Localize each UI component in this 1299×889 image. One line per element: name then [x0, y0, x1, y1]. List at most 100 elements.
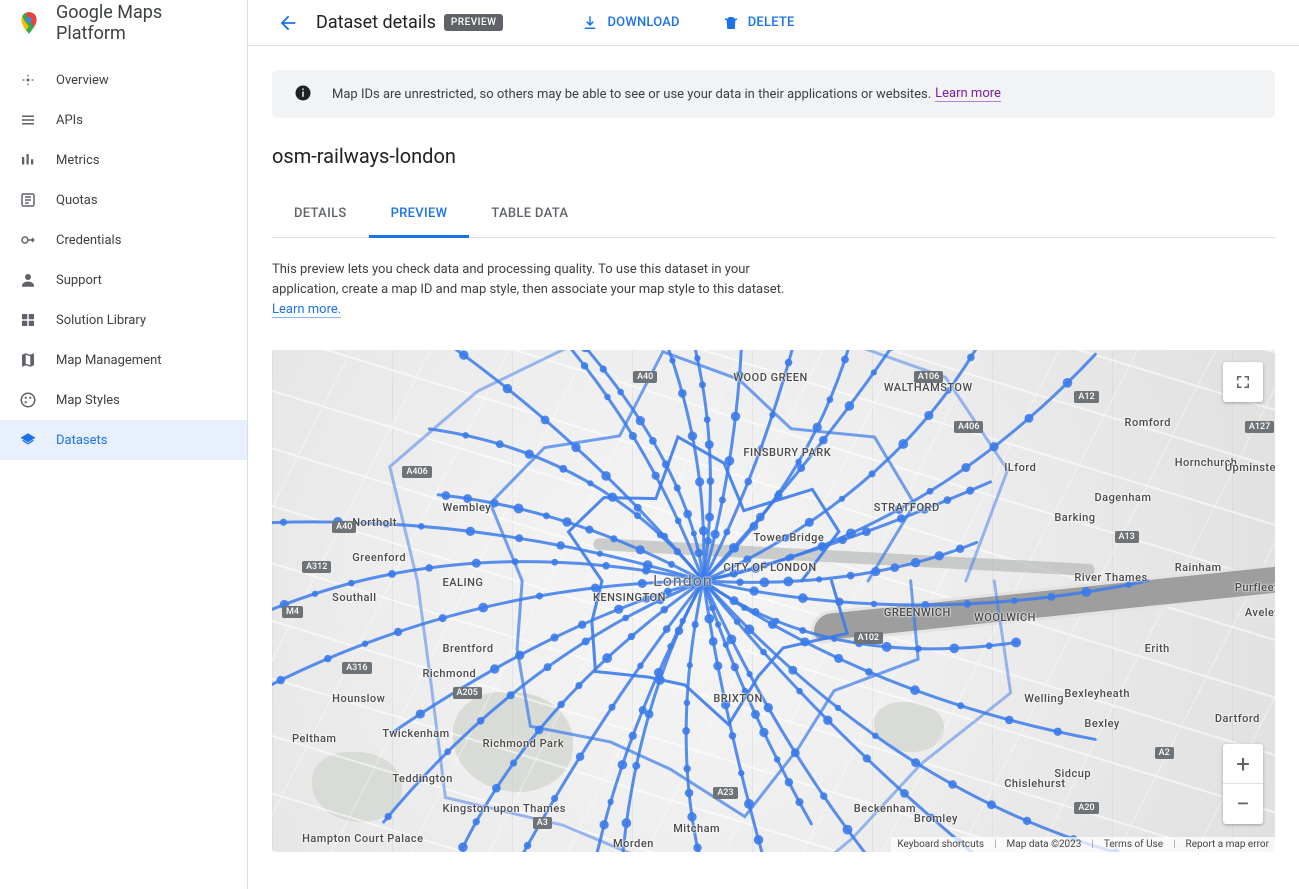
back-button[interactable]: [268, 3, 308, 43]
fullscreen-button[interactable]: [1223, 362, 1263, 402]
road-badge: A316: [342, 662, 371, 674]
map-preview[interactable]: WOOD GREENWALTHAMSTOWWembleyFINSBURY PAR…: [272, 350, 1275, 852]
sidebar-item-quotas[interactable]: Quotas: [0, 180, 247, 220]
layers-icon: [18, 430, 38, 450]
info-banner: Map IDs are unrestricted, so others may …: [272, 70, 1275, 118]
delete-button[interactable]: DELETE: [722, 14, 795, 32]
tab-details[interactable]: DETAILS: [272, 196, 369, 238]
sidebar-item-label: APIs: [56, 113, 83, 128]
map-place-label: CITY OF LONDON: [723, 561, 816, 574]
sidebar-item-map-styles[interactable]: Map Styles: [0, 380, 247, 420]
map-place-label: Welling: [1024, 692, 1064, 705]
preview-badge: PREVIEW: [444, 14, 504, 31]
quota-icon: [18, 190, 38, 210]
download-button[interactable]: DOWNLOAD: [581, 14, 679, 32]
banner-text: Map IDs are unrestricted, so others may …: [332, 87, 931, 102]
map-place-label: Upminster: [1225, 461, 1275, 474]
map-place-label: Beckenham: [854, 802, 916, 815]
sidebar: Google Maps Platform Overview APIs Metrics…: [0, 0, 248, 889]
person-icon: [18, 270, 38, 290]
keyboard-shortcuts-link[interactable]: Keyboard shortcuts: [897, 839, 984, 850]
map-place-label: EALING: [443, 576, 484, 589]
content: Map IDs are unrestricted, so others may …: [248, 46, 1299, 889]
sidebar-item-support[interactable]: Support: [0, 260, 247, 300]
sidebar-item-datasets[interactable]: Datasets: [0, 420, 247, 460]
map-place-label: Erith: [1145, 642, 1170, 655]
road-badge: A20: [1074, 802, 1098, 814]
map-attribution: Keyboard shortcuts | Map data ©2023 | Te…: [891, 837, 1275, 852]
sidebar-nav: Overview APIs Metrics Quotas Credentials Supp…: [0, 46, 247, 460]
sidebar-item-overview[interactable]: Overview: [0, 60, 247, 100]
sidebar-item-metrics[interactable]: Metrics: [0, 140, 247, 180]
map-place-label: FINSBURY PARK: [743, 446, 831, 459]
road-badge: A3: [533, 817, 552, 829]
grid-icon: [18, 310, 38, 330]
map-place-label: Richmond: [422, 667, 476, 680]
delete-label: DELETE: [748, 15, 795, 30]
terms-link[interactable]: Terms of Use: [1104, 839, 1163, 850]
sidebar-item-label: Map Styles: [56, 393, 120, 408]
sidebar-item-label: Metrics: [56, 153, 100, 168]
palette-icon: [18, 390, 38, 410]
maps-pin-icon: [16, 10, 42, 36]
tab-table-data[interactable]: TABLE DATA: [469, 196, 590, 238]
map-icon: [18, 350, 38, 370]
map-copyright: Map data ©2023: [1007, 839, 1082, 850]
sidebar-item-apis[interactable]: APIs: [0, 100, 247, 140]
sidebar-item-map-management[interactable]: Map Management: [0, 340, 247, 380]
map-place-label: STRATFORD: [874, 501, 940, 514]
sidebar-item-label: Solution Library: [56, 313, 146, 328]
main: Dataset details PREVIEW DOWNLOAD DELETE …: [248, 0, 1299, 889]
topbar: Dataset details PREVIEW DOWNLOAD DELETE: [248, 0, 1299, 46]
map-place-label: Hampton Court Palace: [302, 832, 423, 845]
road-badge: A40: [332, 521, 356, 533]
report-error-link[interactable]: Report a map error: [1186, 839, 1269, 850]
map-place-label: Richmond Park: [483, 737, 564, 750]
map-place-label: Aveley: [1245, 606, 1275, 619]
map-place-label: River Thames: [1074, 571, 1147, 584]
dataset-name: osm-railways-london: [272, 144, 1275, 168]
sidebar-item-label: Credentials: [56, 233, 121, 248]
sidebar-item-solution-library[interactable]: Solution Library: [0, 300, 247, 340]
map-place-label: Kingston upon Thames: [443, 802, 566, 815]
map-place-label: Tower Bridge: [753, 531, 824, 544]
product-header: Google Maps Platform: [0, 0, 247, 46]
diamond-icon: [18, 70, 38, 90]
zoom-in-button[interactable]: +: [1223, 744, 1263, 784]
road-badge: A205: [453, 687, 482, 699]
tabs: DETAILSPREVIEWTABLE DATA: [272, 196, 1275, 238]
map-place-label: ILford: [1004, 461, 1036, 474]
road-badge: A102: [854, 632, 883, 644]
map-place-label: Southall: [332, 591, 376, 604]
map-place-label: Morden: [613, 837, 654, 850]
map-place-label: Bromley: [914, 812, 958, 825]
zoom-control: + −: [1223, 744, 1263, 824]
road-badge: A12: [1074, 391, 1098, 403]
road-badge: A312: [302, 561, 331, 573]
road-badge: A127: [1245, 421, 1274, 433]
road-badge: A106: [914, 371, 943, 383]
map-place-label: GREENWICH: [884, 606, 951, 619]
zoom-out-button[interactable]: −: [1223, 784, 1263, 824]
map-place-label: Bexleyheath: [1064, 687, 1130, 700]
arrow-left-icon: [277, 12, 299, 34]
banner-learn-link[interactable]: Learn more: [935, 86, 1001, 102]
preview-learn-link[interactable]: Learn more.: [272, 302, 341, 318]
product-title: Google Maps Platform: [56, 2, 231, 44]
sidebar-item-credentials[interactable]: Credentials: [0, 220, 247, 260]
map-place-label: Rainham: [1175, 561, 1222, 574]
map-place-label: Twickenham: [382, 727, 449, 740]
sidebar-item-label: Map Management: [56, 353, 162, 368]
map-place-label: Barking: [1054, 511, 1095, 524]
road-badge: M4: [282, 606, 303, 618]
sidebar-item-label: Datasets: [56, 433, 108, 448]
map-place-label: WOOLWICH: [974, 611, 1036, 624]
map-place-label: Dartford: [1215, 712, 1260, 725]
map-place-label: Purfleet: [1235, 581, 1275, 594]
map-place-label: Dagenham: [1094, 491, 1151, 504]
trash-icon: [722, 14, 740, 32]
map-place-label: Peltham: [292, 732, 336, 745]
tab-preview[interactable]: PREVIEW: [369, 196, 470, 238]
map-place-label: Northolt: [352, 516, 397, 529]
bars-icon: [18, 150, 38, 170]
